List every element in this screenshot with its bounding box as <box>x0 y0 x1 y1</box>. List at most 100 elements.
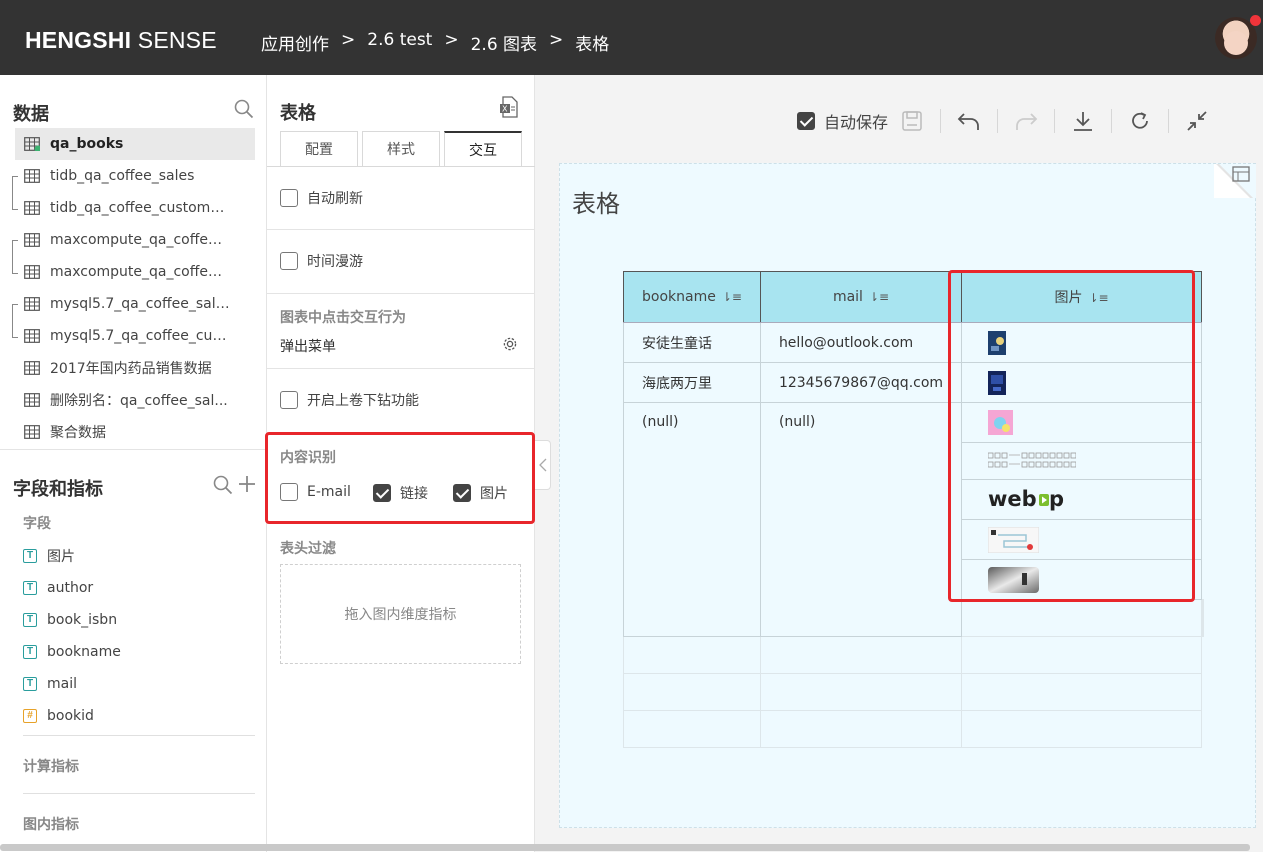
table-row-empty <box>623 636 1204 674</box>
settings-tabs: 配置 样式 交互 <box>280 131 526 166</box>
dataset-item[interactable]: mysql5.7_qa_coffee_sales <box>15 288 255 320</box>
tab-config[interactable]: 配置 <box>280 131 358 166</box>
notification-dot <box>1250 15 1261 26</box>
drill-checkbox[interactable] <box>280 391 298 409</box>
auto-refresh-checkbox[interactable] <box>280 189 298 207</box>
table-cell <box>759 710 963 748</box>
table-cell <box>623 636 761 674</box>
dataset-item-qa-books[interactable]: qa_books <box>15 128 255 160</box>
dataset-label: 删除别名：qa_coffee_sal... <box>50 393 228 409</box>
number-type-icon: # <box>23 709 37 723</box>
chevron-left-icon <box>538 458 546 472</box>
dataset-item[interactable]: 聚合数据 <box>15 416 255 448</box>
card-menu-icon[interactable] <box>1232 166 1250 188</box>
field-label: bookname <box>47 644 121 660</box>
sort-icon[interactable]: ⇂≡ <box>869 290 889 304</box>
breadcrumb-item-current: 表格 <box>575 35 610 55</box>
dataset-item[interactable]: tidb_qa_coffee_custome... <box>15 192 255 224</box>
dataset-item[interactable]: maxcompute_qa_coffee_... <box>15 256 255 288</box>
autosave-checkbox[interactable] <box>797 112 815 130</box>
table-icon <box>24 361 40 375</box>
dataset-item[interactable]: mysql5.7_qa_coffee_cust... <box>15 320 255 352</box>
redo-icon[interactable] <box>1014 109 1038 133</box>
add-icon[interactable] <box>238 475 256 497</box>
dataset-label: qa_books <box>50 136 124 152</box>
breadcrumb-item-app[interactable]: 应用创作 <box>261 30 329 55</box>
calc-metrics-label: 计算指标 <box>23 759 79 775</box>
tab-interaction[interactable]: 交互 <box>444 131 522 166</box>
field-item-author[interactable]: T author <box>23 576 93 600</box>
table-icon <box>24 201 40 215</box>
field-item-bookname[interactable]: T bookname <box>23 640 121 664</box>
field-item-mail[interactable]: T mail <box>23 672 77 696</box>
dataset-item[interactable]: 删除别名：qa_coffee_sal... <box>15 384 255 416</box>
filter-dropzone[interactable]: 拖入图内维度指标 <box>280 564 521 664</box>
dataset-item[interactable]: maxcompute_qa_coffee_... <box>15 224 255 256</box>
auto-refresh-option[interactable]: 自动刷新 <box>280 188 363 208</box>
table-cell <box>623 673 761 711</box>
field-item-bookid[interactable]: # bookid <box>23 704 94 728</box>
table-cell: (null) <box>623 402 761 637</box>
dataset-label: mysql5.7_qa_coffee_sales <box>50 296 230 312</box>
column-header-mail[interactable]: mail ⇂≡ <box>759 271 963 323</box>
tab-style[interactable]: 样式 <box>362 131 440 166</box>
field-item-image[interactable]: T 图片 <box>23 544 75 568</box>
field-item-book-isbn[interactable]: T book_isbn <box>23 608 117 632</box>
inchart-metrics-label: 图内指标 <box>23 817 79 833</box>
toolbar-divider <box>1111 109 1113 133</box>
header-filter-label: 表头过滤 <box>280 541 336 557</box>
refresh-icon[interactable] <box>1128 109 1152 133</box>
chart-title: 表格 <box>572 190 620 218</box>
text-type-icon: T <box>23 613 37 627</box>
horizontal-scrollbar[interactable] <box>0 844 1250 851</box>
field-label: mail <box>47 676 77 692</box>
time-roam-option[interactable]: 时间漫游 <box>280 251 363 271</box>
sort-icon[interactable]: ⇂≡ <box>722 290 742 304</box>
dataset-label: tidb_qa_coffee_custome... <box>50 200 230 216</box>
dataset-label: 2017年国内药品销售数据 <box>50 361 212 377</box>
undo-icon[interactable] <box>957 109 981 133</box>
avatar[interactable] <box>1215 15 1261 59</box>
table-cell: hello@outlook.com <box>759 322 963 363</box>
table-icon <box>24 297 40 311</box>
search-icon[interactable] <box>234 99 254 123</box>
table-row-empty <box>623 710 1204 748</box>
table-cell <box>623 710 761 748</box>
search-icon[interactable] <box>213 475 233 499</box>
save-icon[interactable] <box>900 109 924 133</box>
data-panel: 数据 qa_books tidb_qa_coffee_sales tidb_qa… <box>0 75 267 852</box>
time-roam-checkbox[interactable] <box>280 252 298 270</box>
click-action-value[interactable]: 弹出菜单 <box>280 336 336 356</box>
divider <box>267 293 535 294</box>
dataset-item[interactable]: tidb_qa_coffee_sales <box>15 160 255 192</box>
collapse-icon[interactable] <box>1185 109 1209 133</box>
breadcrumb-item-test[interactable]: 2.6 test <box>367 30 432 55</box>
drill-option[interactable]: 开启上卷下钻功能 <box>280 390 419 410</box>
dataset-label: mysql5.7_qa_coffee_cust... <box>50 328 230 344</box>
fields-section-label: 字段 <box>23 516 51 532</box>
collapse-panel-button[interactable] <box>535 440 551 490</box>
table-cell <box>961 673 1203 711</box>
gear-icon[interactable] <box>502 336 518 356</box>
divider <box>0 449 267 450</box>
settings-title: 表格 <box>280 103 316 124</box>
breadcrumb-item-charts[interactable]: 2.6 图表 <box>471 30 537 55</box>
divider <box>267 368 535 369</box>
tabs-underline <box>267 166 535 167</box>
dataset-item[interactable]: 2017年国内药品销售数据 <box>15 352 255 384</box>
table-cell <box>961 710 1203 748</box>
time-roam-label: 时间漫游 <box>307 254 363 270</box>
table-icon <box>24 169 40 183</box>
dataset-label: maxcompute_qa_coffee_... <box>50 232 230 248</box>
download-icon[interactable] <box>1071 109 1095 133</box>
export-excel-icon[interactable]: X <box>499 96 519 122</box>
divider <box>23 793 255 794</box>
field-label: bookid <box>47 708 94 724</box>
avatar-face <box>1224 31 1248 55</box>
text-type-icon: T <box>23 677 37 691</box>
brand-logo[interactable]: HENGSHI SENSE <box>25 27 217 54</box>
table-icon <box>24 425 40 439</box>
toolbar-divider <box>940 109 942 133</box>
table-icon <box>24 137 42 153</box>
column-header-bookname[interactable]: bookname ⇂≡ <box>623 271 761 323</box>
